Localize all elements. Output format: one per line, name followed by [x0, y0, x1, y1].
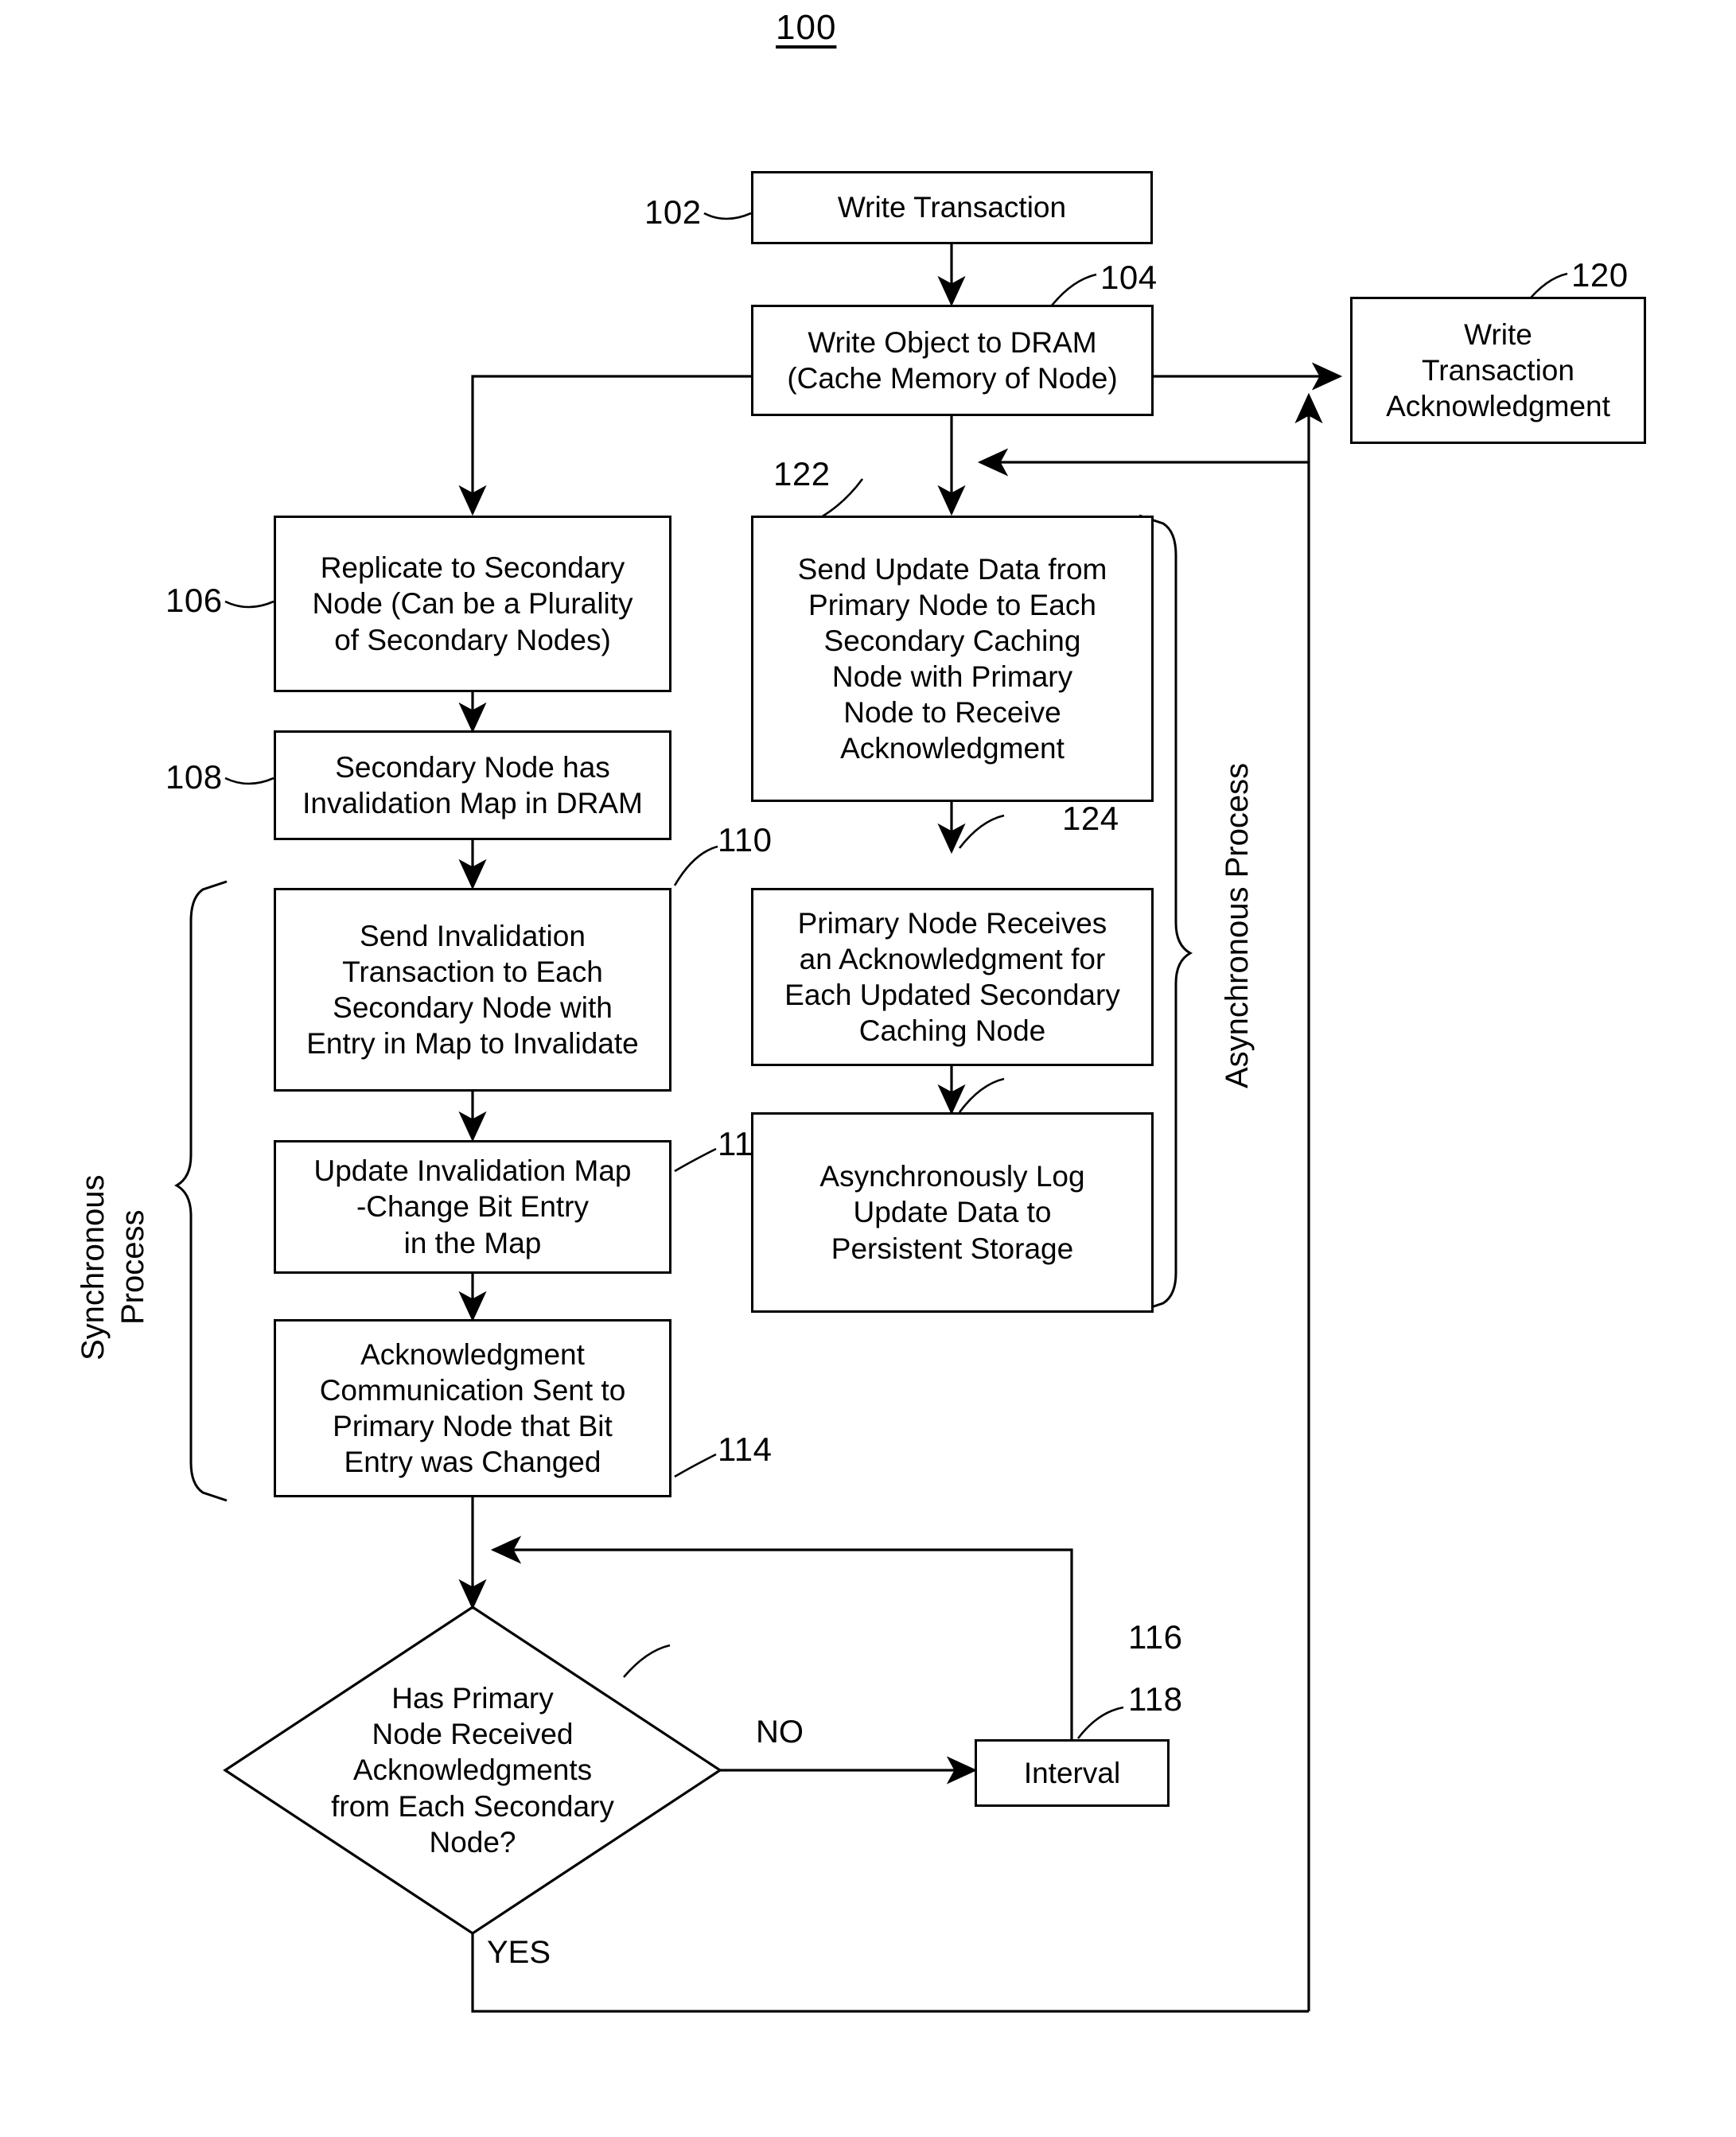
- group-label-synchronous-process: Synchronous Process: [76, 1174, 150, 1360]
- leader-110: [673, 845, 718, 886]
- ref-116: 116: [1128, 1618, 1183, 1656]
- node-120-label: Write Transaction Acknowledgment: [1386, 317, 1610, 423]
- figure-number: 100: [776, 8, 837, 47]
- node-122-send-update-data[interactable]: Send Update Data from Primary Node to Ea…: [751, 516, 1154, 802]
- leader-102: [703, 212, 752, 220]
- ref-110: 110: [718, 821, 773, 858]
- node-106-replicate-to-secondary-node[interactable]: Replicate to Secondary Node (Can be a Pl…: [274, 516, 671, 692]
- edge-104-to-106: [458, 375, 751, 516]
- leader-126: [958, 1077, 1005, 1113]
- node-106-label: Replicate to Secondary Node (Can be a Pl…: [312, 551, 633, 656]
- ref-118: 118: [1128, 1680, 1183, 1718]
- node-104-write-object-to-dram[interactable]: Write Object to DRAM (Cache Memory of No…: [751, 305, 1154, 416]
- node-110-send-invalidation-transaction[interactable]: Send Invalidation Transaction to Each Se…: [274, 888, 671, 1092]
- leader-108: [224, 777, 274, 785]
- ref-108: 108: [165, 758, 223, 796]
- edge-label-yes: YES: [487, 1935, 551, 1970]
- node-114-label: Acknowledgment Communication Sent to Pri…: [319, 1337, 626, 1479]
- ref-114: 114: [718, 1431, 773, 1468]
- leader-118: [1076, 1706, 1124, 1739]
- node-114-acknowledgment-communication[interactable]: Acknowledgment Communication Sent to Pri…: [274, 1319, 671, 1497]
- leader-104: [1050, 273, 1097, 306]
- node-116-label: Has Primary Node Received Acknowledgment…: [331, 1682, 614, 1859]
- group-label-asynchronous-process: Asynchronous Process: [1220, 762, 1255, 1088]
- node-116-decision[interactable]: Has Primary Node Received Acknowledgment…: [225, 1607, 720, 1933]
- leader-124: [958, 814, 1005, 849]
- node-112-update-invalidation-map[interactable]: Update Invalidation Map -Change Bit Entr…: [274, 1140, 671, 1274]
- synchronous-process-brace: [173, 880, 228, 1502]
- ref-102: 102: [644, 193, 702, 231]
- node-102-label: Write Transaction: [837, 191, 1067, 224]
- node-108-label: Secondary Node has Invalidation Map in D…: [302, 750, 643, 819]
- patent-figure-canvas: 100 Write Transaction 102 Write Object t…: [0, 0, 1736, 2137]
- node-102-write-transaction[interactable]: Write Transaction: [751, 171, 1153, 244]
- edge-116-yes-return: [471, 1933, 1309, 2013]
- ref-104: 104: [1100, 259, 1158, 296]
- ref-124: 124: [1062, 800, 1119, 837]
- node-124-primary-node-receives-ack[interactable]: Primary Node Receives an Acknowledgment …: [751, 888, 1154, 1066]
- node-126-asynchronously-log[interactable]: Asynchronously Log Update Data to Persis…: [751, 1112, 1154, 1313]
- ref-122: 122: [773, 455, 831, 492]
- node-120-write-transaction-acknowledgment[interactable]: Write Transaction Acknowledgment: [1350, 297, 1646, 444]
- node-122-label: Send Update Data from Primary Node to Ea…: [797, 552, 1107, 765]
- ref-106: 106: [165, 582, 223, 619]
- node-110-label: Send Invalidation Transaction to Each Se…: [306, 919, 639, 1061]
- node-118-interval[interactable]: Interval: [975, 1739, 1170, 1807]
- leader-114: [674, 1453, 717, 1478]
- node-112-label: Update Invalidation Map -Change Bit Entr…: [313, 1154, 632, 1259]
- leader-112: [674, 1147, 717, 1173]
- node-108-secondary-node-invalidation-map[interactable]: Secondary Node has Invalidation Map in D…: [274, 730, 671, 840]
- node-104-label: Write Object to DRAM (Cache Memory of No…: [787, 325, 1118, 395]
- ref-120: 120: [1571, 256, 1629, 294]
- node-124-label: Primary Node Receives an Acknowledgment …: [784, 906, 1120, 1048]
- node-126-label: Asynchronously Log Update Data to Persis…: [819, 1160, 1085, 1265]
- leader-106: [224, 600, 274, 609]
- edge-label-no: NO: [756, 1715, 804, 1750]
- node-118-label: Interval: [1023, 1756, 1121, 1789]
